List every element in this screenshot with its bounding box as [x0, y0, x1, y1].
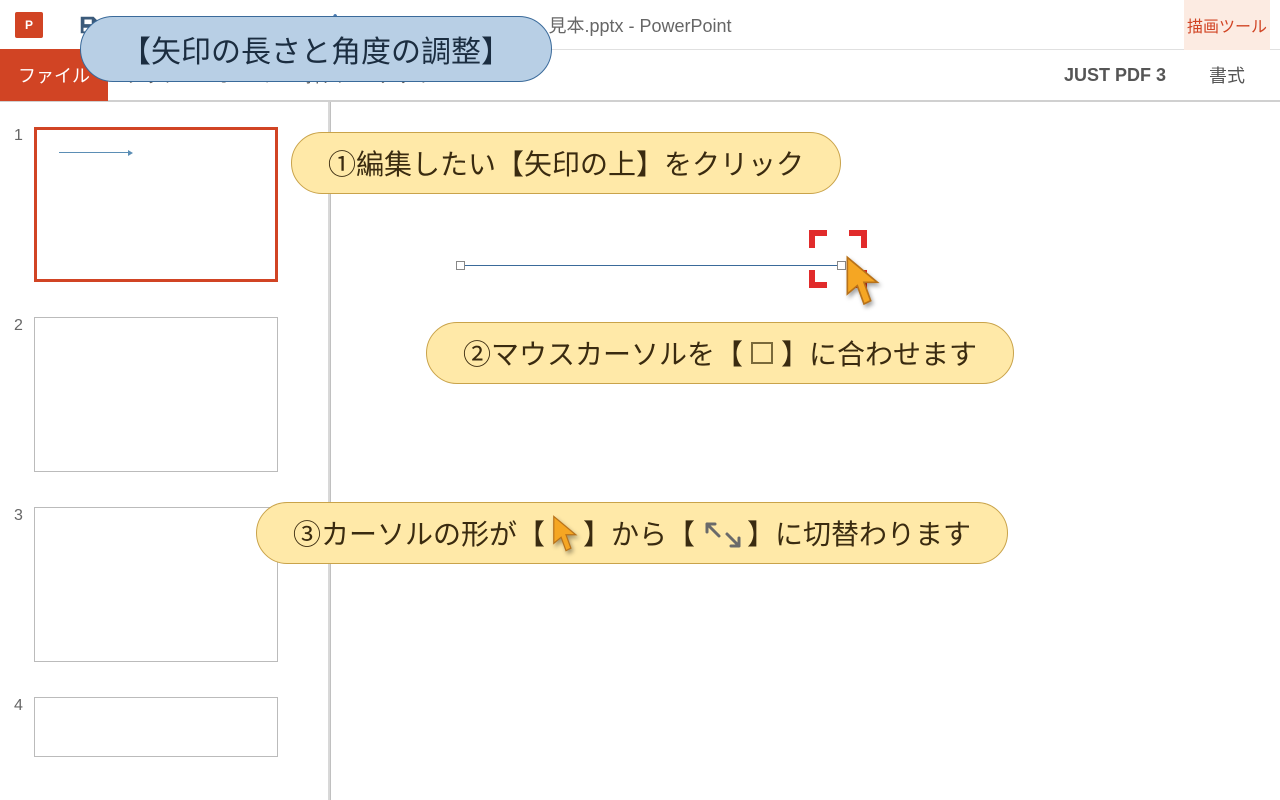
slide-canvas[interactable]: ①編集したい【矢印の上】をクリック ②マウスカーソルを【 】に合わせます ③カー… [330, 102, 1280, 800]
slide-thumbnail-4[interactable] [34, 697, 278, 757]
callout2-text-a: ②マウスカーソルを【 [463, 333, 743, 373]
cursor-pointer-icon [843, 254, 877, 304]
instruction-callout-3: ③カーソルの形が【 】から【 】に切替わります [256, 502, 1008, 564]
callout3-text-c: 】に切替わります [747, 513, 971, 553]
callout3-text-a: ③カーソルの形が【 [293, 513, 545, 553]
document-title: 見本.pptx - PowerPoint [548, 12, 731, 38]
callout1-text: ①編集したい【矢印の上】をクリック [328, 143, 804, 183]
thumb-number: 1 [14, 127, 34, 282]
arrow-body [461, 265, 837, 266]
slide-thumbnails-panel: 1 2 3 4 [0, 102, 330, 800]
resize-handle-left[interactable] [456, 261, 465, 270]
thumb-row-2: 2 [0, 312, 328, 502]
title-callout: 【矢印の長さと角度の調整】 [80, 16, 552, 82]
arrow-shape-selected[interactable] [461, 260, 841, 272]
thumb-row-4: 4 [0, 692, 328, 787]
thumb-number: 2 [14, 317, 34, 472]
powerpoint-logo: P [15, 12, 43, 38]
workspace: 1 2 3 4 ①編集したい【矢印の上】をクリック [0, 102, 1280, 800]
inline-resize-cursor-icon [701, 518, 741, 548]
contextual-tab-drawing-tools[interactable]: 描画ツール [1184, 0, 1270, 50]
thumb-number: 3 [14, 507, 34, 662]
slide-thumbnail-2[interactable] [34, 317, 278, 472]
inline-cursor-arrow-icon [551, 514, 577, 552]
thumb-row-1: 1 [0, 122, 328, 312]
title-callout-text: 【矢印の長さと角度の調整】 [121, 36, 511, 69]
callout3-text-b: 】から【 [583, 513, 695, 553]
instruction-callout-2: ②マウスカーソルを【 】に合わせます [426, 322, 1014, 384]
thumb-number: 4 [14, 697, 34, 757]
tab-justpdf[interactable]: JUST PDF 3 [1046, 49, 1184, 101]
instruction-callout-1: ①編集したい【矢印の上】をクリック [291, 132, 841, 194]
slide-thumbnail-3[interactable] [34, 507, 278, 662]
thumb-arrow-preview [59, 152, 129, 153]
handle-square-icon [751, 342, 773, 364]
ribbon-tabs: ファイル タッチ ホーム 挿入 デザイン JUST PDF 3 書式 【矢印の長… [0, 50, 1280, 102]
callout2-text-b: 】に合わせます [781, 333, 977, 373]
tab-format[interactable]: 書式 [1184, 49, 1270, 101]
slide-thumbnail-1[interactable] [34, 127, 278, 282]
